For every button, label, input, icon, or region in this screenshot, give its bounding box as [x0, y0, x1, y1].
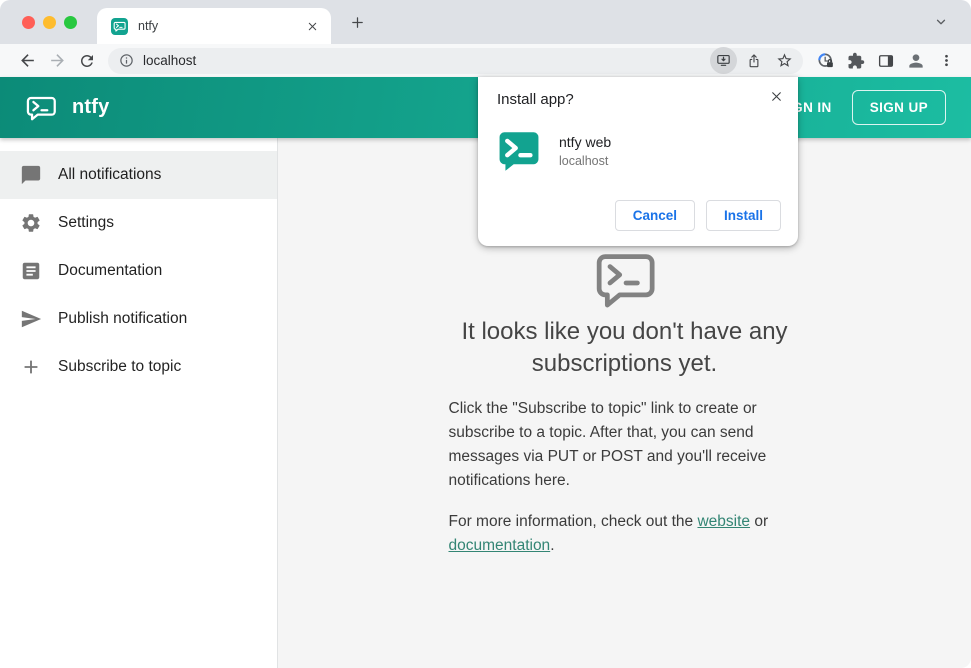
ntfy-favicon-icon [111, 17, 128, 35]
sidebar-item-subscribe-to-topic[interactable]: Subscribe to topic [0, 343, 277, 391]
sidebar-item-label: Settings [58, 214, 115, 231]
paragraph-text: For more information, check out the [448, 513, 698, 530]
send-icon [20, 308, 42, 330]
profile-avatar-icon[interactable] [901, 47, 931, 75]
ntfy-app-icon [497, 129, 541, 173]
dialog-app-row: ntfy web localhost [478, 129, 798, 173]
sidebar-item-label: All notifications [58, 166, 162, 183]
sidebar-item-label: Documentation [58, 262, 163, 279]
sidebar-item-all-notifications[interactable]: All notifications [0, 151, 277, 199]
sidebar-item-documentation[interactable]: Documentation [0, 247, 277, 295]
close-window-button[interactable] [22, 15, 35, 29]
dialog-app-name: ntfy web [559, 134, 612, 150]
tab-search-chevron-icon[interactable] [927, 8, 955, 36]
install-button[interactable]: Install [705, 200, 781, 231]
zoom-window-button[interactable] [64, 15, 77, 29]
sidebar-item-settings[interactable]: Settings [0, 199, 277, 247]
dialog-title: Install app? [497, 91, 574, 108]
sidebar: All notifications Settings Documentation… [0, 138, 278, 668]
menu-kebab-icon[interactable] [931, 47, 961, 75]
dialog-app-origin: localhost [559, 154, 609, 168]
cancel-button[interactable]: Cancel [614, 200, 695, 231]
bookmark-star-icon[interactable] [771, 48, 797, 74]
reload-icon[interactable] [72, 47, 102, 75]
share-icon[interactable] [741, 48, 767, 74]
sidebar-item-label: Publish notification [58, 310, 188, 327]
browser-toolbar: localhost [0, 44, 971, 77]
empty-state-heading: It looks like you don't have any subscri… [461, 318, 788, 377]
install-app-icon[interactable] [710, 47, 737, 74]
back-icon[interactable] [12, 47, 42, 75]
browser-tab[interactable]: ntfy [97, 8, 331, 44]
close-icon[interactable] [766, 86, 786, 106]
sign-up-button[interactable]: SIGN UP [851, 90, 946, 125]
gear-icon [20, 212, 42, 234]
tab-strip: ntfy [0, 0, 971, 44]
empty-state-paragraph: Click the "Subscribe to topic" link to c… [448, 400, 767, 489]
info-icon[interactable] [119, 53, 134, 68]
side-panel-icon[interactable] [871, 47, 901, 75]
browser-window: ntfy localhost ntfy SIGN IN SIGN UP All … [0, 0, 971, 668]
minimize-window-button[interactable] [43, 15, 56, 29]
plus-icon [20, 356, 42, 378]
empty-state-links-paragraph: For more information, check out the webs… [449, 510, 801, 558]
article-icon [20, 260, 42, 282]
extension-lock-icon[interactable] [811, 47, 841, 75]
new-tab-button[interactable] [343, 8, 371, 36]
tab-title: ntfy [138, 19, 159, 33]
tab-close-icon[interactable] [303, 17, 321, 35]
ntfy-logo-icon [25, 92, 57, 124]
window-controls [0, 15, 97, 29]
sidebar-item-label: Subscribe to topic [58, 358, 182, 375]
ntfy-empty-state-icon [593, 250, 657, 308]
install-app-dialog: Install app? ntfy web localhost Cancel I… [478, 77, 798, 246]
website-link[interactable]: website [697, 513, 750, 530]
url-text[interactable]: localhost [143, 53, 196, 68]
extensions-puzzle-icon[interactable] [841, 47, 871, 75]
address-bar[interactable]: localhost [108, 47, 803, 74]
paragraph-text: or [750, 513, 769, 530]
app-title: ntfy [72, 96, 110, 118]
paragraph-text: . [550, 537, 555, 554]
documentation-link[interactable]: documentation [449, 537, 551, 554]
chat-icon [20, 164, 42, 186]
forward-icon[interactable] [42, 47, 72, 75]
sidebar-item-publish-notification[interactable]: Publish notification [0, 295, 277, 343]
